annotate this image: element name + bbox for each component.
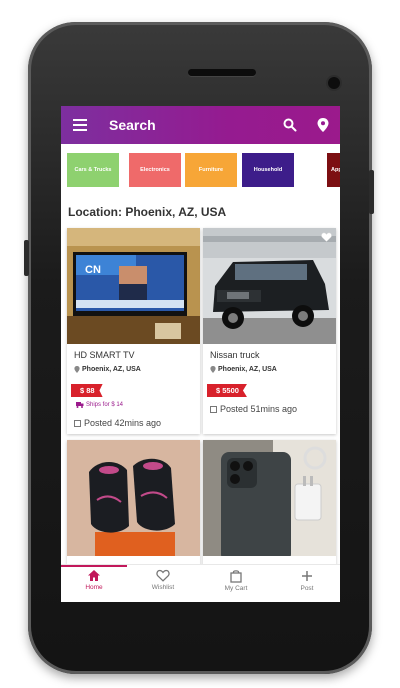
- category-strip: Cars & Trucks Electronics Furniture Hous…: [67, 153, 340, 187]
- posted-text: Posted 42mins ago: [84, 418, 162, 428]
- listing-location: Phoenix, AZ, USA: [210, 366, 277, 373]
- nav-my-cart[interactable]: My Cart: [206, 569, 266, 592]
- svg-text:CN: CN: [85, 264, 101, 276]
- app-screen: Search Cars & Trucks Electronics Furnitu…: [61, 106, 340, 602]
- listing-location: Phoenix, AZ, USA: [74, 366, 141, 373]
- shipping-text: Ships for $ 14: [86, 402, 124, 408]
- home-icon: [88, 570, 100, 581]
- location-pin-icon[interactable]: [316, 117, 330, 133]
- location-pin-icon: [74, 366, 80, 373]
- menu-icon[interactable]: [73, 119, 87, 131]
- posted-time: Posted 42mins ago: [74, 418, 161, 428]
- app-bar: Search: [61, 106, 340, 144]
- calendar-icon: [210, 405, 217, 413]
- listing-photo-sneakers: [67, 440, 200, 556]
- nav-wishlist-label: Wishlist: [151, 584, 175, 591]
- listing-photo-tv: CN: [67, 228, 200, 344]
- plus-icon: [302, 571, 312, 581]
- phone-speaker: [188, 69, 256, 76]
- category-cars-trucks[interactable]: Cars & Trucks: [67, 153, 119, 187]
- listing-card[interactable]: Nissan truck Phoenix, AZ, USA $ 5500 Pos…: [203, 228, 336, 434]
- listing-location-text: Phoenix, AZ, USA: [82, 366, 141, 373]
- active-tab-indicator: [61, 565, 127, 567]
- shopping-bag-icon: [230, 570, 242, 583]
- heart-icon: [156, 569, 170, 582]
- listing-location-text: Phoenix, AZ, USA: [218, 366, 277, 373]
- nav-post[interactable]: Post: [277, 569, 337, 592]
- category-household[interactable]: Household: [242, 153, 294, 187]
- category-electronics[interactable]: Electronics: [129, 153, 181, 187]
- posted-time: Posted 51mins ago: [210, 404, 297, 414]
- nav-my-cart-label: My Cart: [224, 585, 248, 592]
- price-tag: $ 88: [71, 384, 103, 397]
- listing-photo-truck: [203, 228, 336, 344]
- shipping-info: Ships for $ 14: [76, 402, 123, 408]
- phone-camera: [328, 77, 340, 89]
- listing-card[interactable]: CN HD SMART TV Phoenix, AZ, USA $ 88 Shi…: [67, 228, 200, 434]
- search-icon[interactable]: [283, 118, 297, 132]
- truck-icon: [76, 402, 84, 408]
- phone-side-button: [24, 240, 29, 276]
- nav-home[interactable]: Home: [64, 569, 124, 591]
- location-pin-icon: [210, 366, 216, 373]
- search-title[interactable]: Search: [109, 117, 156, 133]
- heart-icon[interactable]: [321, 232, 332, 242]
- nav-post-label: Post: [300, 585, 314, 592]
- nav-wishlist[interactable]: Wishlist: [133, 569, 193, 591]
- phone-side-button: [369, 170, 374, 214]
- bottom-navigation: Home Wishlist My Cart Post: [61, 564, 340, 602]
- listing-title: HD SMART TV: [74, 350, 135, 360]
- location-label: Location: Phoenix, AZ, USA: [68, 205, 227, 219]
- listing-photo-phone: [203, 440, 336, 556]
- price-tag: $ 5500: [207, 384, 247, 397]
- nav-home-label: Home: [85, 584, 103, 591]
- category-furniture[interactable]: Furniture: [185, 153, 237, 187]
- calendar-icon: [74, 419, 81, 427]
- category-appliances[interactable]: Applianc: [327, 153, 340, 187]
- listing-title: Nissan truck: [210, 350, 260, 360]
- posted-text: Posted 51mins ago: [220, 404, 298, 414]
